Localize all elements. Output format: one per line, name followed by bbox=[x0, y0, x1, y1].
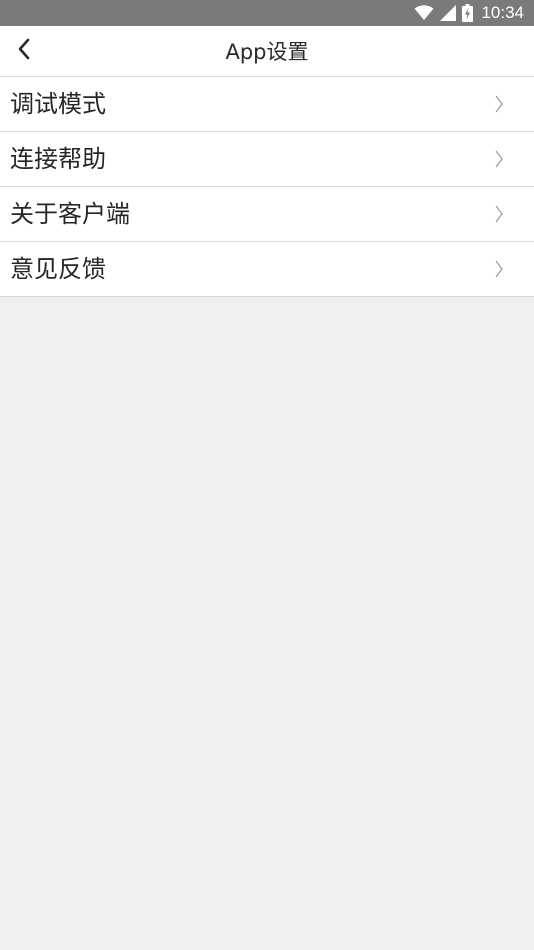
menu-item-about-client[interactable]: 关于客户端 bbox=[0, 187, 534, 242]
menu-item-label: 意见反馈 bbox=[10, 255, 106, 283]
menu-item-label: 调试模式 bbox=[10, 90, 106, 118]
battery-charging-icon bbox=[462, 4, 474, 22]
cell-signal-icon bbox=[440, 5, 457, 21]
menu-item-debug-mode[interactable]: 调试模式 bbox=[0, 77, 534, 132]
menu-item-label: 关于客户端 bbox=[10, 200, 130, 228]
settings-menu: 调试模式 连接帮助 关于客户端 意见反馈 bbox=[0, 77, 534, 297]
wifi-icon bbox=[414, 5, 434, 21]
status-time: 10:34 bbox=[481, 3, 524, 22]
menu-item-label: 连接帮助 bbox=[10, 145, 106, 173]
chevron-right-icon bbox=[494, 204, 504, 224]
menu-item-feedback[interactable]: 意见反馈 bbox=[0, 242, 534, 297]
chevron-right-icon bbox=[494, 259, 504, 279]
status-icons: 10:34 bbox=[414, 0, 524, 26]
status-bar: 10:34 bbox=[0, 0, 534, 26]
chevron-right-icon bbox=[494, 94, 504, 114]
menu-item-connection-help[interactable]: 连接帮助 bbox=[0, 132, 534, 187]
chevron-right-icon bbox=[494, 149, 504, 169]
app-header: App设置 bbox=[0, 26, 534, 77]
page-title: App设置 bbox=[225, 40, 309, 64]
